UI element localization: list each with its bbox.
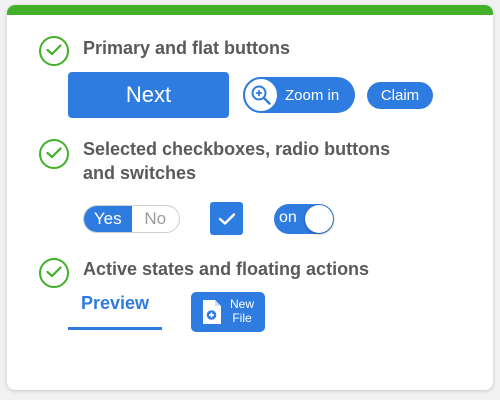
claim-button[interactable]: Claim — [367, 82, 433, 109]
new-file-label: New File — [227, 297, 257, 325]
zoom-in-button[interactable]: Zoom in — [243, 77, 355, 113]
new-file-label-line1: New — [229, 297, 254, 311]
active-tab-indicator — [68, 327, 162, 330]
top-accent-bar — [7, 5, 493, 15]
checkmark-icon — [218, 212, 235, 225]
check-circle-icon — [39, 36, 69, 66]
section-title-buttons: Primary and flat buttons — [83, 38, 291, 58]
yes-no-toggle: Yes No — [83, 205, 180, 233]
section-title-active: Active states and floating actions — [83, 259, 370, 279]
section-title-selected-line1: Selected checkboxes, radio buttons — [83, 139, 391, 159]
next-button[interactable]: Next — [68, 72, 229, 118]
new-file-button[interactable]: New File — [191, 292, 265, 332]
file-plus-icon — [203, 300, 221, 324]
zoom-in-icon — [243, 77, 279, 113]
check-circle-icon — [39, 139, 69, 169]
zoom-in-label: Zoom in — [285, 86, 340, 104]
section-title-selected-line2: and switches — [83, 163, 197, 183]
selected-checkbox[interactable] — [210, 202, 243, 235]
new-file-label-line2: File — [232, 311, 252, 325]
check-circle-icon — [39, 258, 69, 288]
tab-preview[interactable]: Preview — [68, 290, 162, 330]
yes-option[interactable]: Yes — [84, 206, 132, 232]
no-option[interactable]: No — [132, 206, 180, 232]
switch-label: on — [279, 209, 297, 226]
switch-knob — [305, 205, 333, 233]
on-switch[interactable]: on — [274, 204, 334, 234]
demo-card: Primary and flat buttons Next Zoom in Cl… — [7, 5, 493, 390]
